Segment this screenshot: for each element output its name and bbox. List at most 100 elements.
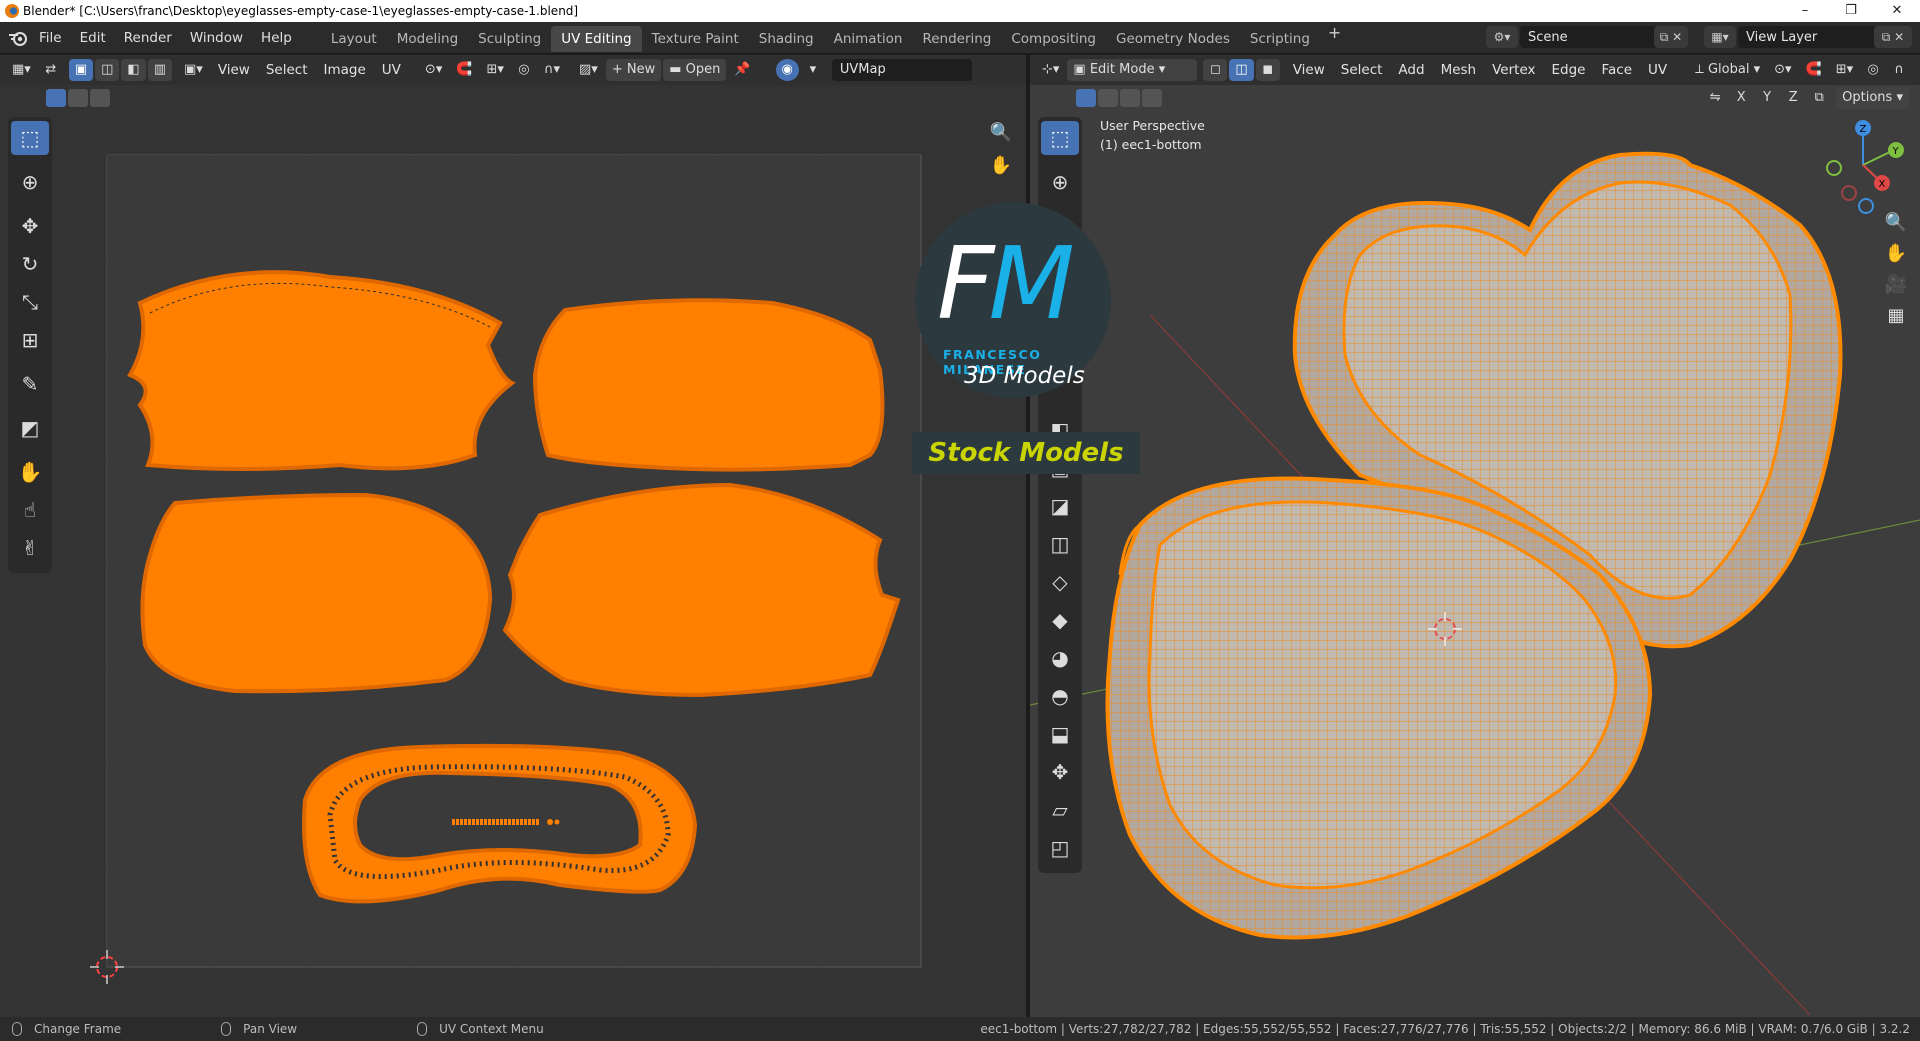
viewport-header: ⊹▾ ▣ Edit Mode ▾ ◻ ◫ ◼ View Select Add M… [1030,55,1920,85]
tab-animation[interactable]: Animation [824,26,913,52]
viewport-options-group: ⇋ X Y Z ⧉ Options ▾ [1702,87,1910,109]
viewport-pan-icon[interactable]: ✋ [1882,240,1910,268]
knife-icon[interactable]: ◇ [1041,565,1079,599]
scene-name-field[interactable]: Scene [1520,26,1660,48]
tab-scripting[interactable]: Scripting [1240,26,1320,52]
tab-geometry-nodes[interactable]: Geometry Nodes [1106,26,1240,52]
mirror-x-toggle[interactable]: X [1729,87,1753,109]
edge-slide-icon[interactable]: ⬓ [1041,717,1079,751]
menu-window[interactable]: Window [181,22,252,54]
mouse-middle-icon [221,1022,232,1036]
shrink-fatten-icon[interactable]: ✥ [1041,755,1079,789]
mirror-z-toggle[interactable]: Z [1781,87,1805,109]
options-dropdown[interactable]: Options ▾ [1836,87,1909,109]
viewport-menu-view[interactable]: View [1285,55,1333,85]
loop-cut-icon[interactable]: ◫ [1041,527,1079,561]
viewport-menu-edge[interactable]: Edge [1544,55,1594,85]
shear-icon[interactable]: ▱ [1041,793,1079,827]
new-view-layer-icon[interactable]: ⧉ ✕ [1874,26,1912,48]
menu-render[interactable]: Render [115,22,181,54]
menu-help[interactable]: Help [252,22,301,54]
snap-3d-target-icon[interactable]: ⊞▾ [1830,59,1859,81]
tab-shading[interactable]: Shading [749,26,824,52]
view-layer-selector-icon[interactable]: ▦▾ [1704,26,1736,48]
select-new-3d-icon[interactable] [1076,89,1096,107]
view-layer-field[interactable]: View Layer [1738,26,1878,48]
viewport-zoom-icon[interactable]: 🔍 [1882,209,1910,237]
perspective-toggle-icon[interactable]: ▦ [1882,302,1910,330]
view-layer-name: View Layer [1746,29,1818,45]
gizmo-y-label: Y [1892,146,1900,157]
orientation-selector[interactable]: ⟂ Global ▾ [1689,59,1766,81]
smooth-icon[interactable]: ◓ [1041,679,1079,713]
viewport-subheader: ⇋ X Y Z ⧉ Options ▾ [1030,85,1920,111]
pivot-3d-icon[interactable]: ⊙▾ [1768,59,1797,81]
gizmo-z-label: Z [1860,124,1867,135]
blender-menu-icon[interactable] [8,29,30,47]
viewport-menu-add[interactable]: Add [1390,55,1432,85]
viewport-menu-mesh[interactable]: Mesh [1433,55,1485,85]
tab-uv-editing[interactable]: UV Editing [551,26,642,52]
select-extend-3d-icon[interactable] [1098,89,1118,107]
spin-icon[interactable]: ◕ [1041,641,1079,675]
uv-island-2[interactable] [532,298,885,472]
viewport-canvas[interactable]: Z Y X [1030,55,1920,1017]
status-uv-context: UV Context Menu [417,1022,544,1036]
viewport-menu-uv[interactable]: UV [1640,55,1675,85]
uv-island-3[interactable] [140,492,493,694]
uv-island-1[interactable] [127,270,516,471]
status-uv-context-label: UV Context Menu [439,1022,544,1036]
tab-modeling[interactable]: Modeling [387,26,468,52]
rip-icon[interactable]: ◰ [1041,831,1079,865]
gizmo-x-label: X [1879,179,1886,190]
mode-selector[interactable]: ▣ Edit Mode ▾ [1067,59,1198,81]
menu-edit[interactable]: Edit [71,22,115,54]
close-button[interactable]: ✕ [1874,0,1920,22]
mesh-select-mode-group: ◻ ◫ ◼ [1202,59,1280,81]
cursor-icon[interactable]: ⊕ [1041,165,1079,199]
face-mode-icon[interactable]: ◼ [1255,59,1280,81]
minimize-button[interactable]: – [1782,0,1828,22]
proportional-3d-icon[interactable]: ◎ [1861,59,1885,81]
edge-mode-icon[interactable]: ◫ [1229,59,1254,81]
snap-3d-icon[interactable]: 🧲 [1800,59,1828,81]
select-subtract-3d-icon[interactable] [1120,89,1140,107]
scene-selector-icon[interactable]: ⚙▾ [1486,26,1518,48]
select-invert-3d-icon[interactable] [1142,89,1162,107]
scene-name: Scene [1528,29,1568,45]
add-workspace-button[interactable]: + [1320,23,1349,52]
new-scene-icon[interactable]: ⧉ ✕ [1654,26,1688,48]
watermark-logo: FM FRANCESCO MILANESE 3D Models Stock Mo… [912,200,1142,474]
menu-file[interactable]: File [30,22,71,54]
mirror-icon[interactable]: ⇋ [1703,87,1727,109]
select-box-icon[interactable]: ⬚ [1041,121,1079,155]
tab-rendering[interactable]: Rendering [912,26,1001,52]
tab-texture-paint[interactable]: Texture Paint [642,26,749,52]
window-titlebar: Blender* [C:\Users\franc\Desktop\eyeglas… [0,0,1920,22]
viewport-select-box-group [1076,89,1164,107]
viewport-menu-face[interactable]: Face [1594,55,1641,85]
viewport-menu-select[interactable]: Select [1333,55,1391,85]
falloff-3d-icon[interactable]: ∩ [1887,59,1911,81]
3d-viewport: Z Y X ⊹▾ ▣ Edit Mode ▾ ◻ ◫ ◼ View Select… [1030,55,1920,1017]
status-pan-view-label: Pan View [243,1022,298,1036]
uv-island-4[interactable] [502,482,901,698]
poly-build-icon[interactable]: ◆ [1041,603,1079,637]
auto-merge-icon[interactable]: ⧉ [1807,87,1831,109]
navigation-gizmo[interactable]: Z Y X [1826,120,1904,214]
editor-type-3d-icon[interactable]: ⊹▾ [1036,59,1065,81]
camera-view-icon[interactable]: 🎥 [1882,271,1910,299]
tab-layout[interactable]: Layout [321,26,387,52]
uv-canvas[interactable] [0,55,1026,1017]
bevel-icon[interactable]: ◪ [1041,489,1079,523]
status-bar: Change Frame Pan View UV Context Menu ee… [0,1017,1920,1041]
vertex-mode-icon[interactable]: ◻ [1203,59,1228,81]
restore-button[interactable]: ❐ [1828,0,1874,22]
mirror-y-toggle[interactable]: Y [1755,87,1779,109]
viewport-menu-vertex[interactable]: Vertex [1484,55,1543,85]
tab-compositing[interactable]: Compositing [1001,26,1106,52]
tab-sculpting[interactable]: Sculpting [468,26,551,52]
mouse-left-icon [12,1022,22,1036]
viewport-perspective-label: User Perspective [1100,118,1205,133]
watermark-tagline: 3D Models [964,363,1085,389]
